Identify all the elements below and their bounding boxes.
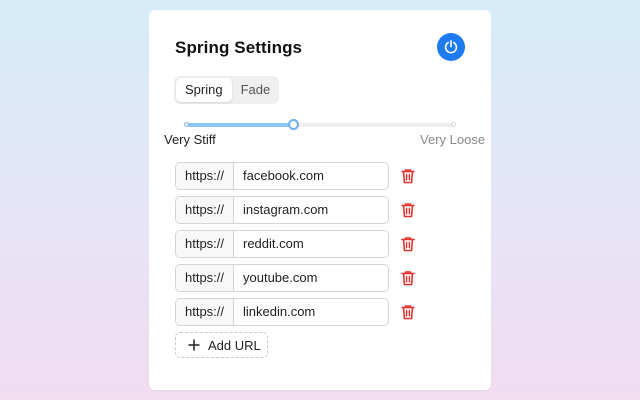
url-prefix: https://	[176, 299, 234, 325]
url-prefix: https://	[176, 163, 234, 189]
url-prefix: https://	[176, 231, 234, 257]
slider-thumb[interactable]	[287, 118, 299, 130]
url-field: https:// linkedin.com	[175, 298, 389, 326]
url-input[interactable]: instagram.com	[234, 197, 388, 223]
slider-fill	[187, 123, 294, 127]
url-input[interactable]: reddit.com	[234, 231, 388, 257]
trash-icon[interactable]	[399, 167, 417, 185]
url-input[interactable]: youtube.com	[234, 265, 388, 291]
url-field: https:// instagram.com	[175, 196, 389, 224]
power-icon	[444, 39, 458, 54]
stiffness-slider[interactable]	[184, 118, 456, 131]
url-field: https:// youtube.com	[175, 264, 389, 292]
plus-icon	[188, 339, 200, 351]
slider-min-marker	[184, 122, 189, 127]
tab-fade[interactable]: Fade	[232, 78, 280, 102]
url-input[interactable]: linkedin.com	[234, 299, 388, 325]
trash-icon[interactable]	[399, 303, 417, 321]
slider-max-marker	[451, 122, 456, 127]
slider-min-label: Very Stiff	[164, 132, 216, 147]
url-prefix: https://	[176, 265, 234, 291]
trash-icon[interactable]	[399, 235, 417, 253]
add-url-label: Add URL	[208, 337, 261, 353]
animation-type-toggle: Spring Fade	[174, 76, 279, 104]
settings-card: Spring Settings Spring Fade Very Stiff V…	[149, 10, 491, 390]
url-field: https:// reddit.com	[175, 230, 389, 258]
url-field: https:// facebook.com	[175, 162, 389, 190]
trash-icon[interactable]	[399, 269, 417, 287]
trash-icon[interactable]	[399, 201, 417, 219]
page-title: Spring Settings	[175, 38, 303, 57]
slider-max-label: Very Loose	[420, 132, 486, 147]
power-button[interactable]	[437, 33, 465, 61]
url-input[interactable]: facebook.com	[234, 163, 388, 189]
url-prefix: https://	[176, 197, 234, 223]
tab-spring[interactable]: Spring	[176, 78, 232, 102]
add-url-button[interactable]: Add URL	[175, 332, 268, 358]
